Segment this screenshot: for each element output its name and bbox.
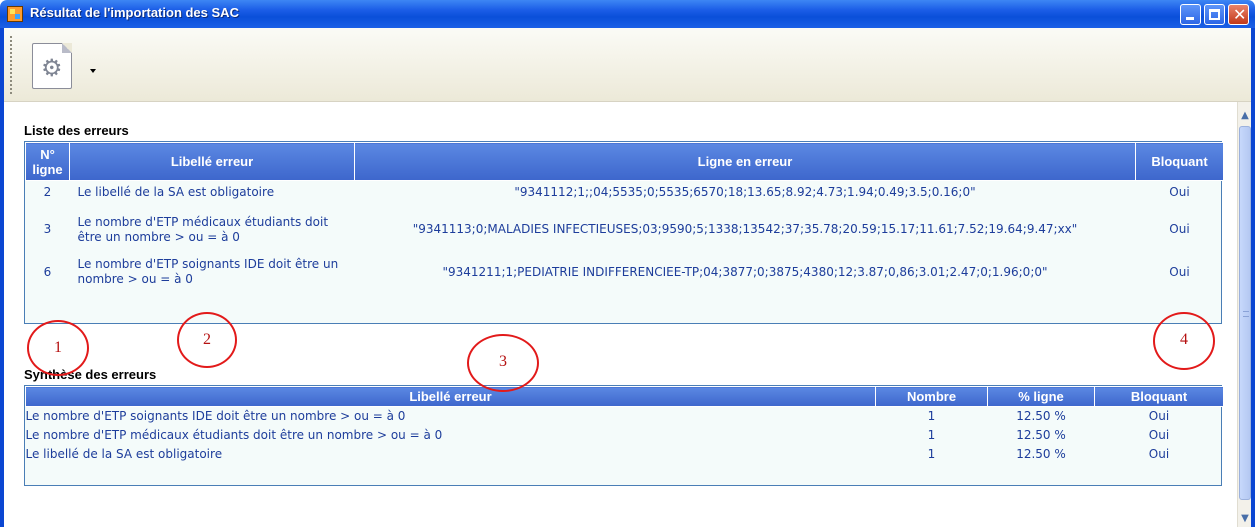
app-icon [7, 6, 23, 22]
error-label: Le nombre d'ETP médicaux étudiants doit … [77, 214, 329, 244]
maximize-button[interactable] [1204, 4, 1225, 25]
gear-icon: ⚙ [41, 54, 63, 82]
line-number: 3 [43, 222, 52, 236]
chevron-up-icon[interactable]: ▲ [1239, 110, 1251, 122]
error-line: "9341112;1;;04;5535;0;5535;6570;18;13.65… [514, 185, 976, 200]
blocking-value: Oui [1148, 447, 1170, 461]
synthesis-table: Libellé erreur Nombre % ligne Bloquant L… [25, 386, 1224, 464]
table-row[interactable]: Le libellé de la SA est obligatoire 1 12… [26, 445, 1224, 464]
window-title: Résultat de l'importation des SAC [30, 5, 239, 20]
close-button[interactable]: ✕ [1228, 4, 1249, 25]
synthesis-label: Le nombre d'ETP médicaux étudiants doit … [25, 428, 443, 442]
column-header-percent[interactable]: % ligne [987, 386, 1095, 407]
error-count: 1 [927, 428, 936, 442]
column-header-blocking[interactable]: Bloquant [1094, 386, 1224, 407]
blocking-value: Oui [1169, 222, 1190, 236]
import-result-window: Résultat de l'importation des SAC ✕ ⚙ Li… [0, 0, 1255, 527]
line-percent: 12.50 % [1016, 447, 1066, 461]
title-bar[interactable]: Résultat de l'importation des SAC ✕ [0, 0, 1255, 28]
minimize-button[interactable] [1180, 4, 1201, 25]
toolbar-grip[interactable] [10, 36, 13, 94]
main-content: Liste des erreurs N° ligne Libellé erreu… [4, 102, 1237, 527]
close-icon: ✕ [1233, 5, 1247, 24]
table-row[interactable]: Le nombre d'ETP médicaux étudiants doit … [26, 426, 1224, 445]
vertical-scrollbar[interactable]: ▲ ▼ [1237, 102, 1251, 527]
annotation-circle-4: 4 [1153, 312, 1215, 370]
column-header-count[interactable]: Nombre [875, 386, 988, 407]
annotation-circle-2: 2 [177, 312, 237, 368]
maximize-icon [1209, 9, 1220, 20]
blocking-value: Oui [1169, 264, 1190, 279]
table-row[interactable]: 2 Le libellé de la SA est obligatoire "9… [26, 181, 1224, 205]
synthesis-grid: Libellé erreur Nombre % ligne Bloquant L… [24, 385, 1224, 486]
column-header-line[interactable]: Ligne en erreur [354, 142, 1136, 181]
chevron-down-icon[interactable] [90, 69, 96, 73]
blocking-value: Oui [1169, 185, 1190, 200]
column-header-blocking[interactable]: Bloquant [1135, 142, 1224, 181]
synthesis-label: Le nombre d'ETP soignants IDE doit être … [25, 409, 406, 424]
error-count: 1 [927, 409, 936, 424]
synthesis-label: Le libellé de la SA est obligatoire [25, 447, 223, 461]
table-row[interactable]: 3 Le nombre d'ETP médicaux étudiants doi… [26, 205, 1224, 255]
errors-list-title: Liste des erreurs [24, 123, 129, 138]
chevron-down-icon[interactable]: ▼ [1239, 513, 1251, 525]
line-number: 2 [43, 185, 52, 200]
error-line: "9341113;0;MALADIES INFECTIEUSES;03;9590… [412, 222, 1078, 236]
blocking-value: Oui [1148, 409, 1170, 424]
error-count: 1 [927, 447, 936, 461]
line-percent: 12.50 % [1016, 409, 1066, 424]
table-row[interactable]: 6 Le nombre d'ETP soignants IDE doit êtr… [26, 255, 1224, 290]
annotation-circle-1: 1 [27, 320, 89, 376]
error-line: "9341211;1;PEDIATRIE INDIFFERENCIEE-TP;0… [442, 264, 1048, 279]
minimize-icon [1186, 17, 1194, 20]
blocking-value: Oui [1148, 428, 1170, 442]
errors-grid: N° ligne Libellé erreur Ligne en erreur … [24, 141, 1224, 324]
grip-icon [1243, 311, 1249, 317]
settings-document-button[interactable]: ⚙ [32, 43, 72, 89]
column-header-line-no[interactable]: N° ligne [25, 142, 70, 181]
scrollbar-thumb[interactable] [1239, 126, 1251, 500]
table-row[interactable]: Le nombre d'ETP soignants IDE doit être … [26, 407, 1224, 426]
line-percent: 12.50 % [1016, 428, 1066, 442]
error-label: Le libellé de la SA est obligatoire [77, 185, 275, 200]
line-number: 6 [43, 264, 52, 279]
window-frame-right [1251, 28, 1255, 527]
annotation-circle-3: 3 [467, 334, 539, 392]
column-header-label[interactable]: Libellé erreur [69, 142, 355, 181]
toolbar: ⚙ [4, 28, 1251, 102]
error-label: Le nombre d'ETP soignants IDE doit être … [77, 257, 339, 286]
errors-table: N° ligne Libellé erreur Ligne en erreur … [25, 142, 1224, 290]
column-header-label[interactable]: Libellé erreur [25, 386, 876, 407]
